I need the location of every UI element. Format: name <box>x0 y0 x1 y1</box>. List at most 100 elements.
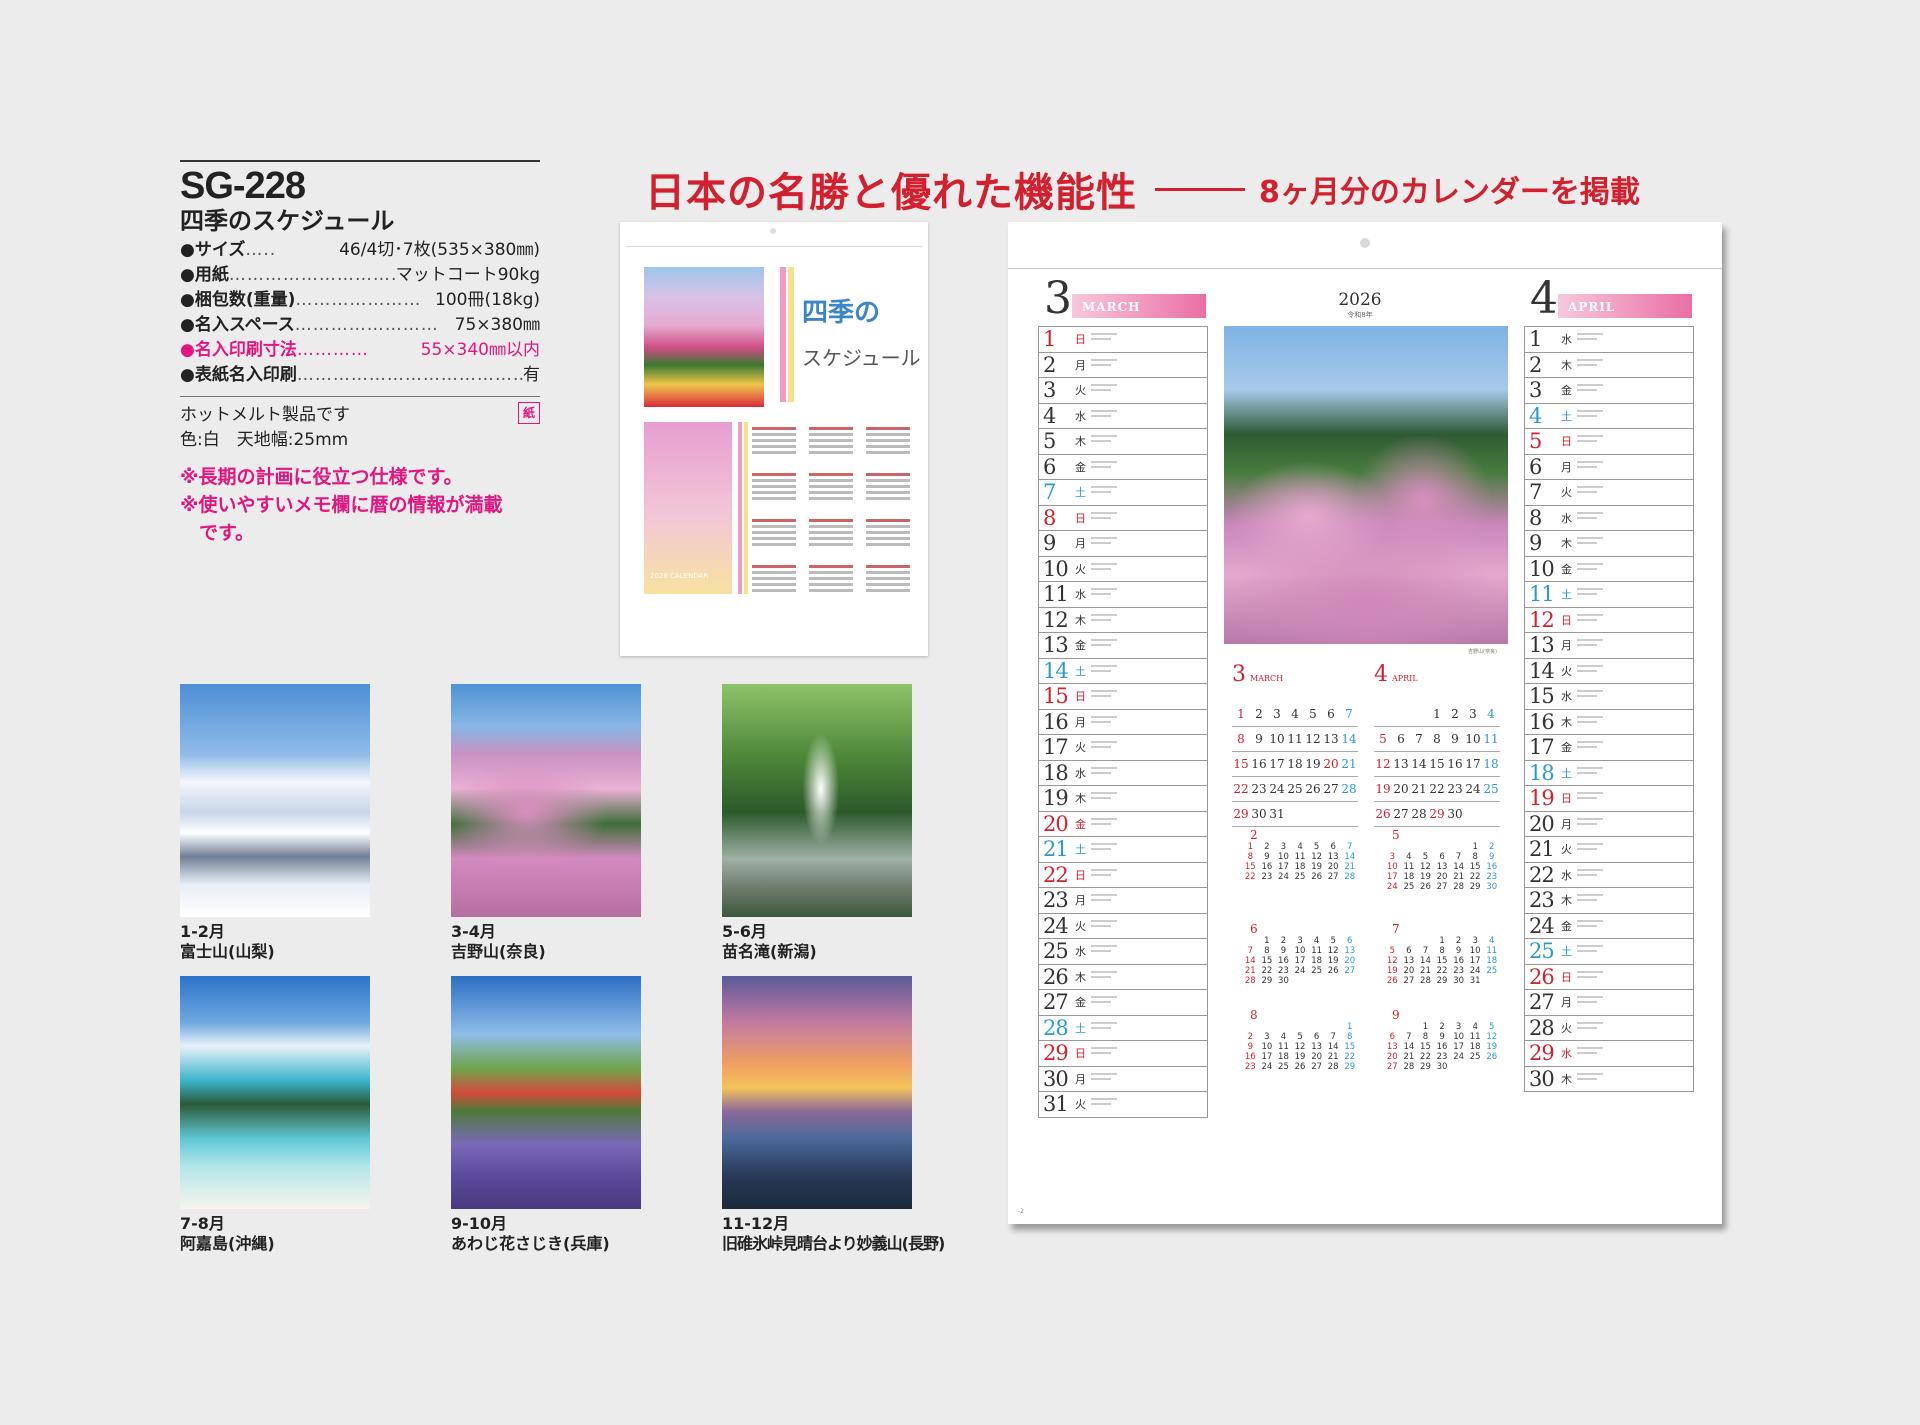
day-row: 17 火 <box>1039 735 1207 761</box>
day-row: 7土 <box>1039 480 1207 506</box>
day-number: 19 <box>1529 786 1555 810</box>
day-row: 29 日 <box>1039 1041 1207 1067</box>
day-number: 27 <box>1043 990 1069 1014</box>
cover-mini-month <box>752 516 796 549</box>
mini-line <box>866 479 910 482</box>
tiny-week-row: 21 22 23 24 25 26 27 <box>1242 966 1358 976</box>
tiny-date: 11 <box>1311 946 1323 956</box>
tiny-date: 16 <box>1244 1052 1256 1062</box>
tiny-date: 15 <box>1344 1042 1356 1052</box>
day-row: 25 水 <box>1039 939 1207 965</box>
product-code: SG-228 <box>180 165 306 207</box>
cover-mini-month <box>809 470 853 503</box>
tiny-date: 30 <box>1278 976 1289 986</box>
mini-line <box>809 433 853 436</box>
weekday: 火 <box>1075 741 1086 754</box>
day-number: 5 <box>1529 429 1542 453</box>
date-cell <box>1286 802 1304 826</box>
caption-months: 7-8月 <box>180 1214 225 1233</box>
date-cell: 7 <box>1415 732 1423 746</box>
date-cell: 14 <box>1341 732 1357 746</box>
tiny-date: 25 <box>1311 966 1323 976</box>
date-cell: 3 <box>1469 707 1477 721</box>
day-row: 8水 <box>1525 505 1693 531</box>
weekday: 金 <box>1561 741 1572 754</box>
day-number: 30 <box>1043 1066 1069 1091</box>
april-header: 4 APRIL <box>1524 276 1692 322</box>
cover-calendar-label: 2026 CALENDAR <box>650 572 709 580</box>
almanac-memo <box>1577 689 1603 700</box>
hanging-hole <box>1360 238 1370 248</box>
tiny-week-row: 7 8 9 10 11 12 13 <box>1242 946 1358 956</box>
almanac-memo <box>1091 638 1117 649</box>
tiny-date: 16 <box>1261 862 1273 872</box>
tiny-date: 3 <box>1389 852 1395 862</box>
tiny-date: 22 <box>1244 872 1256 882</box>
spec-row: ●名入スペース…………………… 75×380㎜ <box>180 313 540 338</box>
tiny-week-row: 6 7 8 9 10 11 12 <box>1384 1032 1500 1042</box>
photo-caption: 3-4月 吉野山(奈良) <box>451 922 681 962</box>
date-cell: 17 <box>1465 757 1481 771</box>
tiny-date: 24 <box>1386 882 1398 892</box>
tiny-date: 26 <box>1311 872 1323 882</box>
day-number: 8 <box>1529 505 1542 530</box>
note-color: 色:白 天地幅:25mm <box>180 430 349 450</box>
tiny-date: 28 <box>1420 976 1431 986</box>
calendar-era: 令和8年 <box>1347 311 1373 319</box>
scenery-photo <box>180 976 370 1209</box>
almanac-memo <box>1577 383 1603 394</box>
tiny-date: 5 <box>1313 842 1320 852</box>
date-cell <box>1464 802 1482 826</box>
tiny-date: 21 <box>1420 966 1431 976</box>
mini-line <box>752 543 796 546</box>
tiny-date: 6 <box>1330 842 1336 852</box>
weekday: 月 <box>1561 996 1572 1009</box>
almanac-memo <box>1091 893 1117 904</box>
date-cell: 29 <box>1233 807 1249 821</box>
day-row: 29 水 <box>1525 1041 1693 1067</box>
weekday: 日 <box>1561 792 1572 805</box>
tiny-date: 11 <box>1294 852 1306 862</box>
almanac-memo <box>1577 791 1603 802</box>
day-row: 17 金 <box>1525 735 1693 761</box>
tiny-date: 5 <box>1297 1032 1303 1042</box>
tiny-date: 4 <box>1472 1022 1478 1032</box>
mini-line <box>752 439 796 442</box>
mini-line <box>752 583 796 586</box>
tiny-date: 27 <box>1311 1062 1323 1072</box>
day-number: 6 <box>1529 454 1542 479</box>
tiny-date: 20 <box>1403 966 1415 976</box>
tiny-date: 12 <box>1420 862 1431 872</box>
tiny-date: 13 <box>1311 1042 1323 1052</box>
almanac-memo <box>1577 1021 1603 1032</box>
tiny-date: 8 <box>1264 946 1270 956</box>
headline-sub: 8ヶ月分のカレンダーを掲載 <box>1259 175 1640 210</box>
tiny-date <box>1242 936 1259 946</box>
tiny-date: 13 <box>1436 862 1448 872</box>
tiny-date <box>1292 1022 1309 1032</box>
day-row: 5木 <box>1039 429 1207 455</box>
march-header: 3 MARCH <box>1038 276 1206 322</box>
day-row: 16 月 <box>1039 710 1207 735</box>
tiny-month-number: 6 <box>1250 922 1258 936</box>
day-row: 12 日 <box>1525 608 1693 633</box>
date-cell: 21 <box>1411 782 1427 796</box>
almanac-memo <box>1091 358 1117 369</box>
tiny-date: 6 <box>1347 936 1353 946</box>
cover-mini-month <box>752 470 796 503</box>
day-number: 16 <box>1529 709 1555 734</box>
tiny-date: 10 <box>1294 946 1306 956</box>
mini-line <box>866 439 910 442</box>
weekday: 月 <box>1561 639 1572 652</box>
almanac-memo <box>1577 511 1603 522</box>
almanac-memo <box>1577 1072 1603 1083</box>
date-cell: 6 <box>1397 732 1405 746</box>
small-month-name: APRIL <box>1392 674 1418 683</box>
tiny-date <box>1434 842 1451 852</box>
tiny-week-row: 1234 5 <box>1384 1022 1500 1032</box>
tiny-date: 1 <box>1247 842 1253 852</box>
day-row: 13 金 <box>1039 633 1207 659</box>
date-cell: 28 <box>1341 782 1357 796</box>
week-row: 1234 <box>1374 702 1500 727</box>
tiny-date: 1 <box>1347 1022 1353 1032</box>
